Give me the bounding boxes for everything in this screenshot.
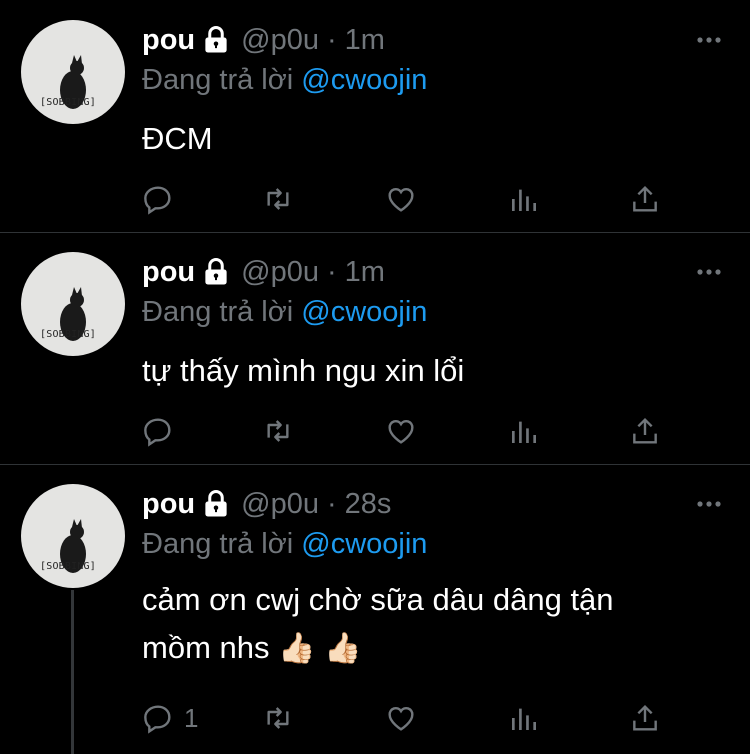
thumbs-up-emoji: 👍🏻: [278, 632, 316, 665]
analytics-button[interactable]: [508, 181, 540, 217]
tweet[interactable]: [SOBBING] pou @p0u · 28s Đang trả lời @c…: [0, 484, 750, 754]
like-button[interactable]: [385, 700, 417, 736]
analytics-icon: [512, 189, 536, 211]
avatar[interactable]: [SOBBING]: [21, 252, 125, 356]
share-button[interactable]: [629, 413, 661, 449]
avatar-caption: [SOBBING]: [40, 97, 96, 108]
more-icon[interactable]: [696, 268, 722, 276]
mention-link[interactable]: @cwoojin: [301, 296, 427, 328]
tweet-header: pou @p0u · 1m: [142, 252, 385, 292]
cat-silhouette: [60, 55, 86, 109]
author-handle[interactable]: @p0u: [241, 488, 319, 521]
reply-button[interactable]: [142, 413, 174, 449]
replying-to-label: Đang trả lời: [142, 528, 294, 560]
reply-icon: [144, 705, 171, 734]
separator-dot: ·: [326, 487, 337, 520]
divider: [0, 232, 750, 233]
avatar[interactable]: [SOBBING]: [21, 20, 125, 124]
tweet[interactable]: [SOBBING] pou @p0u · 1m Đang trả lời @cw…: [0, 20, 750, 232]
like-button[interactable]: [385, 181, 417, 217]
avatar[interactable]: [SOBBING]: [21, 484, 125, 588]
retweet-icon: [267, 420, 289, 442]
cat-silhouette: [60, 519, 86, 573]
avatar-caption: [SOBBING]: [40, 561, 96, 572]
tweet-text-line-2: mồm nhs: [142, 630, 270, 665]
author-handle[interactable]: @p0u: [241, 256, 319, 289]
author-handle[interactable]: @p0u: [241, 24, 319, 57]
lock-icon: [205, 490, 227, 517]
analytics-button[interactable]: [508, 413, 540, 449]
share-icon: [633, 417, 657, 444]
tweet-header: pou @p0u · 28s: [142, 484, 391, 524]
like-icon: [388, 187, 414, 212]
replying-to: Đang trả lời @cwoojin: [142, 528, 427, 561]
reply-count: 1: [184, 702, 199, 733]
lock-icon: [205, 258, 227, 285]
analytics-icon: [512, 708, 536, 730]
reply-icon: [144, 186, 171, 215]
action-bar: [0, 181, 750, 217]
replying-to-label: Đang trả lời: [142, 64, 294, 96]
retweet-button[interactable]: [262, 181, 294, 217]
tweet-text-line: ĐCM: [142, 121, 213, 156]
tweet-text-line: tự thấy mình ngu xin lổi: [142, 353, 465, 388]
tweet-text: tự thấy mình ngu xin lổi: [142, 347, 464, 395]
share-icon: [633, 185, 657, 212]
share-button[interactable]: [629, 700, 661, 736]
action-bar: [0, 413, 750, 449]
author-name[interactable]: pou: [142, 488, 195, 521]
share-icon: [633, 704, 657, 731]
like-button[interactable]: [385, 413, 417, 449]
separator-dot: ·: [326, 255, 337, 288]
more-icon[interactable]: [696, 500, 722, 508]
timestamp[interactable]: 1m: [345, 24, 385, 57]
reply-button[interactable]: [142, 181, 174, 217]
lock-icon: [205, 26, 227, 53]
analytics-button[interactable]: [508, 700, 540, 736]
author-name[interactable]: pou: [142, 256, 195, 289]
more-icon[interactable]: [696, 36, 722, 44]
mention-link[interactable]: @cwoojin: [301, 528, 427, 560]
retweet-button[interactable]: [262, 413, 294, 449]
tweet-text: cảm ơn cwj chờ sữa dâu dâng tận mồm nhs …: [142, 576, 614, 673]
replying-to: Đang trả lời @cwoojin: [142, 64, 427, 97]
tweet-text-line: mồm nhs 👍🏻 👍🏻: [142, 624, 614, 673]
like-icon: [388, 419, 414, 444]
tweet-text: ĐCM: [142, 115, 213, 163]
tweet-header: pou @p0u · 1m: [142, 20, 385, 60]
tweet[interactable]: [SOBBING] pou @p0u · 1m Đang trả lời @cw…: [0, 252, 750, 464]
retweet-icon: [267, 707, 289, 729]
avatar-caption: [SOBBING]: [40, 329, 96, 340]
like-icon: [388, 706, 414, 731]
replying-to: Đang trả lời @cwoojin: [142, 296, 427, 329]
replying-to-label: Đang trả lời: [142, 296, 294, 328]
cat-silhouette: [60, 287, 86, 341]
action-bar: 1: [0, 700, 750, 736]
retweet-icon: [267, 188, 289, 210]
analytics-icon: [512, 421, 536, 443]
divider: [0, 464, 750, 465]
reply-icon: [144, 418, 171, 447]
timestamp[interactable]: 28s: [345, 488, 392, 521]
reply-button[interactable]: 1: [142, 700, 198, 736]
tweet-text-line: cảm ơn cwj chờ sữa dâu dâng tận: [142, 582, 614, 617]
mention-link[interactable]: @cwoojin: [301, 64, 427, 96]
author-name[interactable]: pou: [142, 24, 195, 57]
share-button[interactable]: [629, 181, 661, 217]
thumbs-up-emoji: 👍🏻: [324, 632, 362, 665]
separator-dot: ·: [326, 23, 337, 56]
timestamp[interactable]: 1m: [345, 256, 385, 289]
retweet-button[interactable]: [262, 700, 294, 736]
